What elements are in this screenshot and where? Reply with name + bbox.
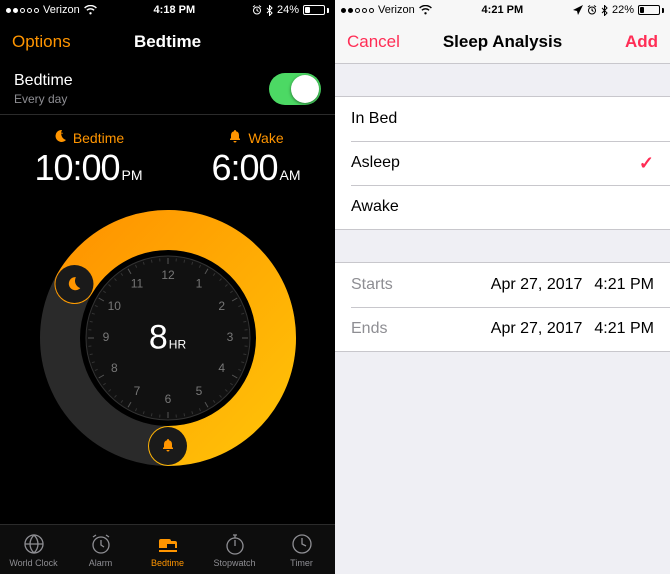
sleep-type-list: In Bed Asleep ✓ Awake (335, 96, 670, 230)
svg-text:5: 5 (195, 384, 202, 398)
bedtime-time[interactable]: 10:00PM (34, 150, 142, 186)
status-bar: Verizon 4:18 PM 24% (0, 0, 335, 20)
options-button[interactable]: Options (12, 32, 71, 52)
ends-date: Apr 27, 2017 (491, 320, 583, 338)
moon-icon (53, 129, 67, 146)
bedtime-column: Bedtime 10:00PM (34, 129, 142, 186)
battery-percent: 24% (277, 4, 299, 16)
svg-text:9: 9 (102, 330, 109, 344)
tab-timer[interactable]: Timer (268, 525, 335, 574)
bedtime-label: Bedtime (73, 130, 124, 146)
svg-text:1: 1 (195, 276, 202, 290)
add-button[interactable]: Add (625, 32, 658, 52)
tab-stopwatch[interactable]: Stopwatch (201, 525, 268, 574)
health-sleep-analysis-screen: Verizon 4:21 PM 22% Cancel Sleep Analysi… (335, 0, 670, 574)
tab-world-clock[interactable]: World Clock (0, 525, 67, 574)
svg-text:2: 2 (218, 299, 225, 313)
battery-percent: 22% (612, 4, 634, 16)
option-awake[interactable]: Awake (335, 185, 670, 229)
bluetooth-icon (601, 5, 608, 16)
tab-label: Stopwatch (213, 558, 255, 568)
bedtime-handle[interactable] (55, 265, 93, 303)
svg-text:10: 10 (107, 299, 121, 313)
carrier-label: Verizon (378, 4, 415, 16)
option-label: Asleep (351, 154, 400, 172)
navigation-bar: Cancel Sleep Analysis Add (335, 20, 670, 64)
location-icon (573, 5, 583, 15)
tab-label: Timer (290, 558, 313, 568)
clock-app-bedtime-screen: Verizon 4:18 PM 24% Options Bedtime Bedt… (0, 0, 335, 574)
tab-bar: World Clock Alarm Bedtime Stopwatch Time… (0, 524, 335, 574)
checkmark-icon: ✓ (639, 153, 654, 174)
svg-text:6: 6 (164, 392, 171, 406)
option-asleep[interactable]: Asleep ✓ (335, 141, 670, 185)
duration-display: 8HR (149, 319, 186, 358)
svg-text:12: 12 (161, 268, 175, 282)
signal-strength-icon (6, 8, 39, 13)
ends-row[interactable]: Ends Apr 27, 2017 4:21 PM (335, 307, 670, 351)
starts-label: Starts (351, 276, 393, 294)
cancel-button[interactable]: Cancel (347, 32, 400, 52)
carrier-label: Verizon (43, 4, 80, 16)
sleep-dial[interactable]: 121234567891011 8HR (28, 198, 308, 478)
starts-time: 4:21 PM (594, 276, 654, 294)
tab-label: Alarm (89, 558, 113, 568)
wifi-icon (419, 5, 432, 15)
bedtime-enable-toggle[interactable] (269, 73, 321, 105)
time-range-list: Starts Apr 27, 2017 4:21 PM Ends Apr 27,… (335, 262, 670, 352)
status-time: 4:21 PM (482, 4, 524, 16)
wake-column: Wake 6:00AM (211, 129, 300, 186)
bell-icon (228, 129, 242, 146)
svg-text:8: 8 (110, 361, 117, 375)
wake-label: Wake (248, 130, 283, 146)
bluetooth-icon (266, 5, 273, 16)
svg-text:7: 7 (133, 384, 140, 398)
tab-alarm[interactable]: Alarm (67, 525, 134, 574)
starts-row[interactable]: Starts Apr 27, 2017 4:21 PM (335, 263, 670, 307)
battery-icon (638, 5, 664, 15)
bedtime-header-subtitle: Every day (14, 92, 73, 106)
wifi-icon (84, 5, 97, 15)
tab-bedtime[interactable]: Bedtime (134, 525, 201, 574)
bedtime-summary-row: Bedtime Every day (0, 64, 335, 115)
alarm-icon (252, 5, 262, 15)
status-time: 4:18 PM (154, 4, 196, 16)
svg-text:4: 4 (218, 361, 225, 375)
signal-strength-icon (341, 8, 374, 13)
status-bar: Verizon 4:21 PM 22% (335, 0, 670, 20)
sleep-times-row: Bedtime 10:00PM Wake 6:00AM (0, 115, 335, 192)
navigation-bar: Options Bedtime (0, 20, 335, 64)
starts-date: Apr 27, 2017 (491, 276, 583, 294)
option-label: In Bed (351, 110, 397, 128)
bedtime-header-title: Bedtime (14, 72, 73, 90)
option-label: Awake (351, 198, 399, 216)
svg-text:3: 3 (226, 330, 233, 344)
option-in-bed[interactable]: In Bed (335, 97, 670, 141)
alarm-icon (587, 5, 597, 15)
tab-label: Bedtime (151, 558, 184, 568)
ends-label: Ends (351, 320, 387, 338)
wake-time[interactable]: 6:00AM (211, 150, 300, 186)
wake-handle[interactable] (149, 427, 187, 465)
tab-label: World Clock (9, 558, 57, 568)
svg-text:11: 11 (130, 276, 143, 290)
ends-time: 4:21 PM (594, 320, 654, 338)
battery-icon (303, 5, 329, 15)
